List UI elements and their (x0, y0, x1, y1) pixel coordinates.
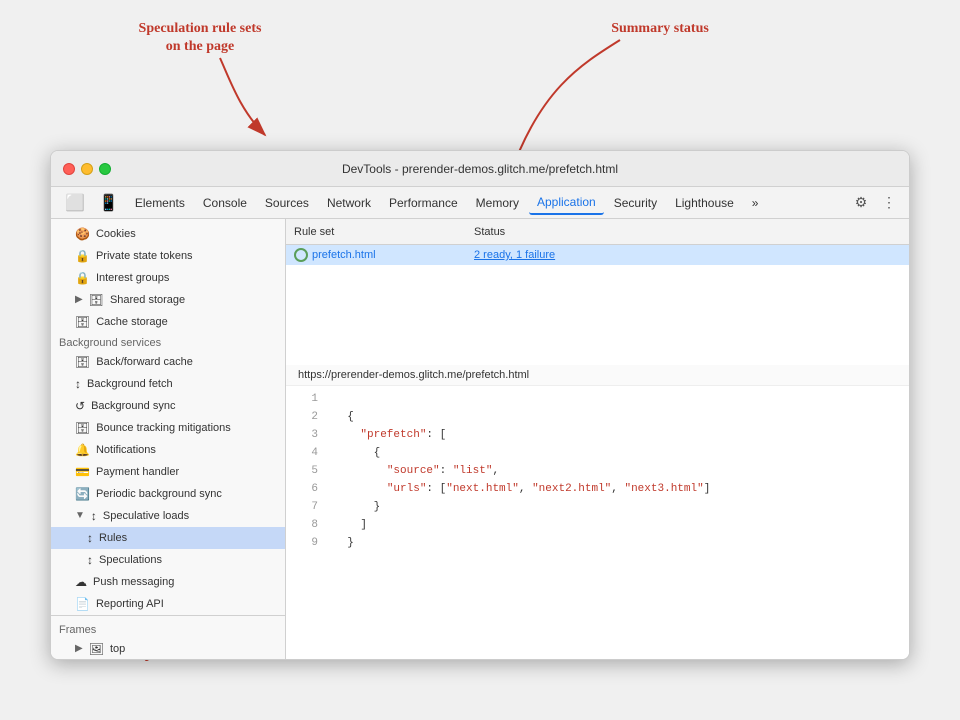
sidebar-item-private-state-tokens[interactable]: 🔒 Private state tokens (51, 245, 285, 267)
col-header-status: Status (474, 226, 901, 238)
speculative-expand-icon: ▼ (75, 507, 85, 525)
bg-sync-icon: ↺ (75, 397, 85, 415)
expand-icon: ▶ (75, 291, 83, 309)
code-line-9: 9 } (286, 534, 909, 552)
toolbar-icon-device[interactable]: 📱 (93, 189, 125, 217)
notifications-icon: 🔔 (75, 441, 90, 459)
sidebar-item-rules[interactable]: ↕ Rules (51, 527, 285, 549)
tab-more[interactable]: » (744, 192, 767, 214)
traffic-lights (63, 163, 111, 175)
tab-elements[interactable]: Elements (127, 192, 193, 214)
settings-icon[interactable]: ⚙ (849, 191, 873, 215)
frame-icon: 🖼 (89, 640, 104, 658)
tab-network[interactable]: Network (319, 192, 379, 214)
sidebar-item-speculations[interactable]: ↕ Speculations (51, 549, 285, 571)
devtools-toolbar: ⬜ 📱 Elements Console Sources Network Per… (51, 187, 909, 219)
sidebar-item-speculative-loads[interactable]: ▼ ↕ Speculative loads (51, 505, 285, 527)
code-line-8: 8 ] (286, 516, 909, 534)
sidebar-item-periodic-sync[interactable]: 🔄 Periodic background sync (51, 483, 285, 505)
frames-section: Frames ▶ 🖼 top (51, 615, 285, 660)
col-header-ruleset: Rule set (294, 226, 474, 238)
sidebar-item-notifications[interactable]: 🔔 Notifications (51, 439, 285, 461)
status-indicator (294, 248, 308, 262)
content-area: Rule set Status prefetch.html 2 ready, 1… (286, 219, 909, 660)
sidebar-item-bounce-tracking[interactable]: 🗄 Bounce tracking mitigations (51, 417, 285, 439)
code-line-1: 1 (286, 390, 909, 408)
table-header: Rule set Status (286, 219, 909, 245)
code-line-7: 7 } (286, 498, 909, 516)
window-title: DevTools - prerender-demos.glitch.me/pre… (342, 162, 618, 176)
sidebar-item-background-sync[interactable]: ↺ Background sync (51, 395, 285, 417)
private-state-icon: 🔒 (75, 247, 90, 265)
cache-icon: 🗄 (75, 313, 90, 331)
svg-text:Summary status: Summary status (611, 21, 709, 36)
ruleset-link[interactable]: prefetch.html (312, 249, 376, 261)
bf-cache-icon: 🗄 (75, 353, 90, 371)
speculative-loads-icon: ↕ (91, 507, 97, 525)
code-line-5: 5 "source": "list", (286, 462, 909, 480)
title-bar: DevTools - prerender-demos.glitch.me/pre… (51, 151, 909, 187)
code-line-4: 4 { (286, 444, 909, 462)
toolbar-icon-inspect[interactable]: ⬜ (59, 189, 91, 217)
maximize-button[interactable] (99, 163, 111, 175)
browser-window: DevTools - prerender-demos.glitch.me/pre… (50, 150, 910, 660)
more-options-icon[interactable]: ⋮ (877, 191, 901, 215)
tab-memory[interactable]: Memory (468, 192, 527, 214)
ruleset-cell: prefetch.html (294, 248, 474, 262)
sidebar-item-interest-groups[interactable]: 🔒 Interest groups (51, 267, 285, 289)
sidebar-item-shared-storage[interactable]: ▶ 🗄 Shared storage (51, 289, 285, 311)
code-line-2: 2 { (286, 408, 909, 426)
frames-header: Frames (51, 620, 285, 638)
sidebar-item-reporting-api[interactable]: 📄 Reporting API (51, 593, 285, 615)
rules-icon: ↕ (87, 529, 93, 547)
speculations-icon: ↕ (87, 551, 93, 569)
interest-icon: 🔒 (75, 269, 90, 287)
bounce-icon: 🗄 (75, 419, 90, 437)
svg-text:on the page: on the page (166, 39, 234, 54)
sidebar-item-background-fetch[interactable]: ↕ Background fetch (51, 373, 285, 395)
tab-application[interactable]: Application (529, 191, 604, 215)
url-bar: https://prerender-demos.glitch.me/prefet… (286, 365, 909, 386)
sidebar-item-cache-storage[interactable]: 🗄 Cache storage (51, 311, 285, 333)
sidebar: 🍪 Cookies 🔒 Private state tokens 🔒 Inter… (51, 219, 286, 660)
background-services-header: Background services (51, 333, 285, 351)
tab-security[interactable]: Security (606, 192, 665, 214)
code-line-6: 6 "urls": ["next.html", "next2.html", "n… (286, 480, 909, 498)
sidebar-item-cookies[interactable]: 🍪 Cookies (51, 223, 285, 245)
close-button[interactable] (63, 163, 75, 175)
bg-fetch-icon: ↕ (75, 375, 81, 393)
code-area: 1 2 { 3 "prefetch": [ 4 { (286, 386, 909, 660)
tab-sources[interactable]: Sources (257, 192, 317, 214)
tab-lighthouse[interactable]: Lighthouse (667, 192, 742, 214)
main-layout: 🍪 Cookies 🔒 Private state tokens 🔒 Inter… (51, 219, 909, 660)
cookies-icon: 🍪 (75, 225, 90, 243)
svg-text:Speculation rule sets: Speculation rule sets (139, 21, 262, 36)
push-icon: ☁ (75, 573, 87, 591)
sidebar-item-push-messaging[interactable]: ☁ Push messaging (51, 571, 285, 593)
code-line-3: 3 "prefetch": [ (286, 426, 909, 444)
table-row[interactable]: prefetch.html 2 ready, 1 failure (286, 245, 909, 265)
frame-expand-icon: ▶ (75, 640, 83, 658)
shared-storage-icon: 🗄 (89, 291, 104, 309)
status-cell[interactable]: 2 ready, 1 failure (474, 249, 901, 261)
payment-icon: 💳 (75, 463, 90, 481)
tab-console[interactable]: Console (195, 192, 255, 214)
sidebar-item-payment-handler[interactable]: 💳 Payment handler (51, 461, 285, 483)
minimize-button[interactable] (81, 163, 93, 175)
code-content: 1 2 { 3 "prefetch": [ 4 { (286, 390, 909, 552)
table-spacer (286, 265, 909, 365)
reporting-icon: 📄 (75, 595, 90, 613)
periodic-sync-icon: 🔄 (75, 485, 90, 503)
sidebar-item-top-frame[interactable]: ▶ 🖼 top (51, 638, 285, 660)
sidebar-item-back-forward-cache[interactable]: 🗄 Back/forward cache (51, 351, 285, 373)
tab-performance[interactable]: Performance (381, 192, 466, 214)
